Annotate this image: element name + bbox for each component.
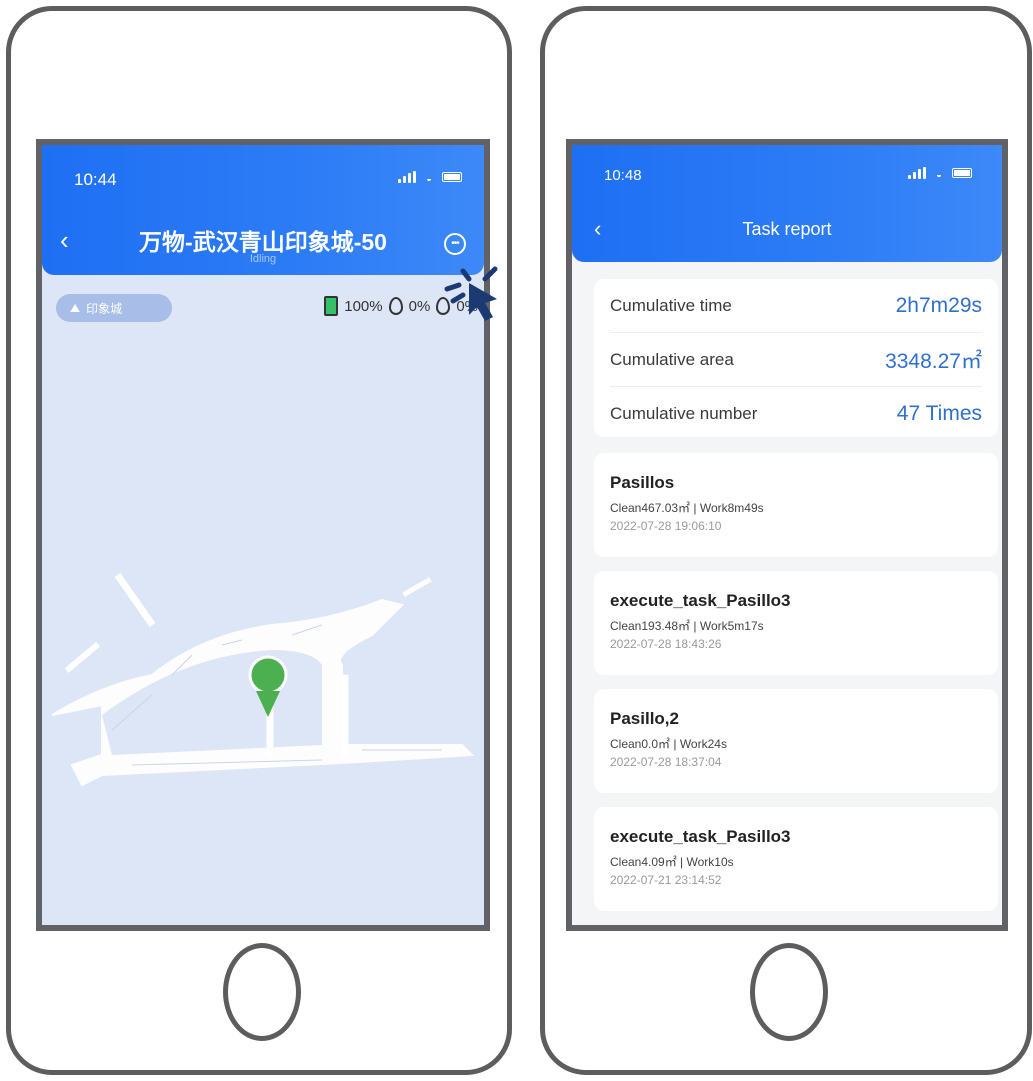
summary-row: Cumulative time 2h7m29s [610,279,982,333]
signal-icon [398,171,416,183]
wifi-icon [932,168,946,179]
map-selector-button[interactable]: ⛰ 印象城 [56,294,172,322]
summary-card: Cumulative time 2h7m29s Cumulative area … [594,279,998,437]
map-icon: ⛰ [70,300,81,315]
app-header: 10:48 ‹ Task report [572,145,1002,262]
wifi-icon [422,172,436,183]
battery-icon [324,296,339,316]
task-meta: Clean0.0㎡ | Work24s [610,737,727,751]
battery-level: 100% [344,297,383,315]
summary-value: 3348.27㎡ [885,349,982,373]
app-header: 10:44 ‹ 万物-武汉青山印象城-50 Idling ••• [42,145,484,275]
more-options-icon[interactable]: ••• [444,233,466,255]
task-name: execute_task_Pasillo3 [610,591,791,610]
home-button[interactable] [223,943,301,1041]
battery-status-icon [442,172,462,182]
summary-label: Cumulative area [610,349,734,369]
task-card[interactable]: execute_task_Pasillo3 Clean4.09㎡ | Work1… [594,807,998,911]
clean-water-level: 0% [408,297,431,315]
signal-icon [908,167,926,179]
task-report-screen: 10:48 ‹ Task report Cumulative time 2h7m… [566,139,1008,931]
right-phone-frame: 10:48 ‹ Task report Cumulative time 2h7m… [540,6,1032,1075]
task-date: 2022-07-28 18:43:26 [610,637,722,651]
task-date: 2022-07-28 18:37:04 [610,755,722,769]
summary-value: 2h7m29s [895,293,982,317]
status-icons [398,171,462,183]
task-meta: Clean467.03㎡ | Work8m49s [610,501,764,515]
summary-row: Cumulative area 3348.27㎡ [610,333,982,387]
task-date: 2022-07-28 19:06:10 [610,519,722,533]
robot-map-screen: 10:44 ‹ 万物-武汉青山印象城-50 Idling ••• ⛰ 印象城 1… [36,139,490,931]
task-meta: Clean4.09㎡ | Work10s [610,855,734,869]
robot-status: Idling [249,253,277,265]
clean-water-icon [388,297,403,315]
task-name: execute_task_Pasillo3 [610,827,791,846]
task-date: 2022-07-21 23:14:52 [610,873,722,887]
summary-row: Cumulative number 47 Times [610,387,982,441]
tap-cursor-icon [444,266,498,321]
task-card[interactable]: Pasillo,2 Clean0.0㎡ | Work24s 2022-07-28… [594,689,998,793]
task-name: Pasillo,2 [610,709,679,728]
summary-label: Cumulative number [610,404,758,423]
task-card[interactable]: Pasillos Clean467.03㎡ | Work8m49s 2022-0… [594,453,998,557]
status-time: 10:48 [604,167,642,184]
task-card[interactable]: execute_task_Pasillo3 Clean193.48㎡ | Wor… [594,571,998,675]
task-name: Pasillos [610,473,675,492]
left-phone-frame: 10:44 ‹ 万物-武汉青山印象城-50 Idling ••• ⛰ 印象城 1… [6,6,512,1075]
robot-location-pin [248,655,288,717]
page-title: 万物-武汉青山印象城-50 [139,229,387,255]
page-title: Task report [742,219,832,239]
status-time: 10:44 [74,170,117,189]
summary-value: 47 Times [896,402,982,425]
map-tag-label: 印象城 [86,301,123,316]
battery-status-icon [952,168,972,178]
status-icons [908,167,972,179]
task-meta: Clean193.48㎡ | Work5m17s [610,619,764,633]
summary-label: Cumulative time [610,295,732,315]
home-button[interactable] [750,943,828,1041]
